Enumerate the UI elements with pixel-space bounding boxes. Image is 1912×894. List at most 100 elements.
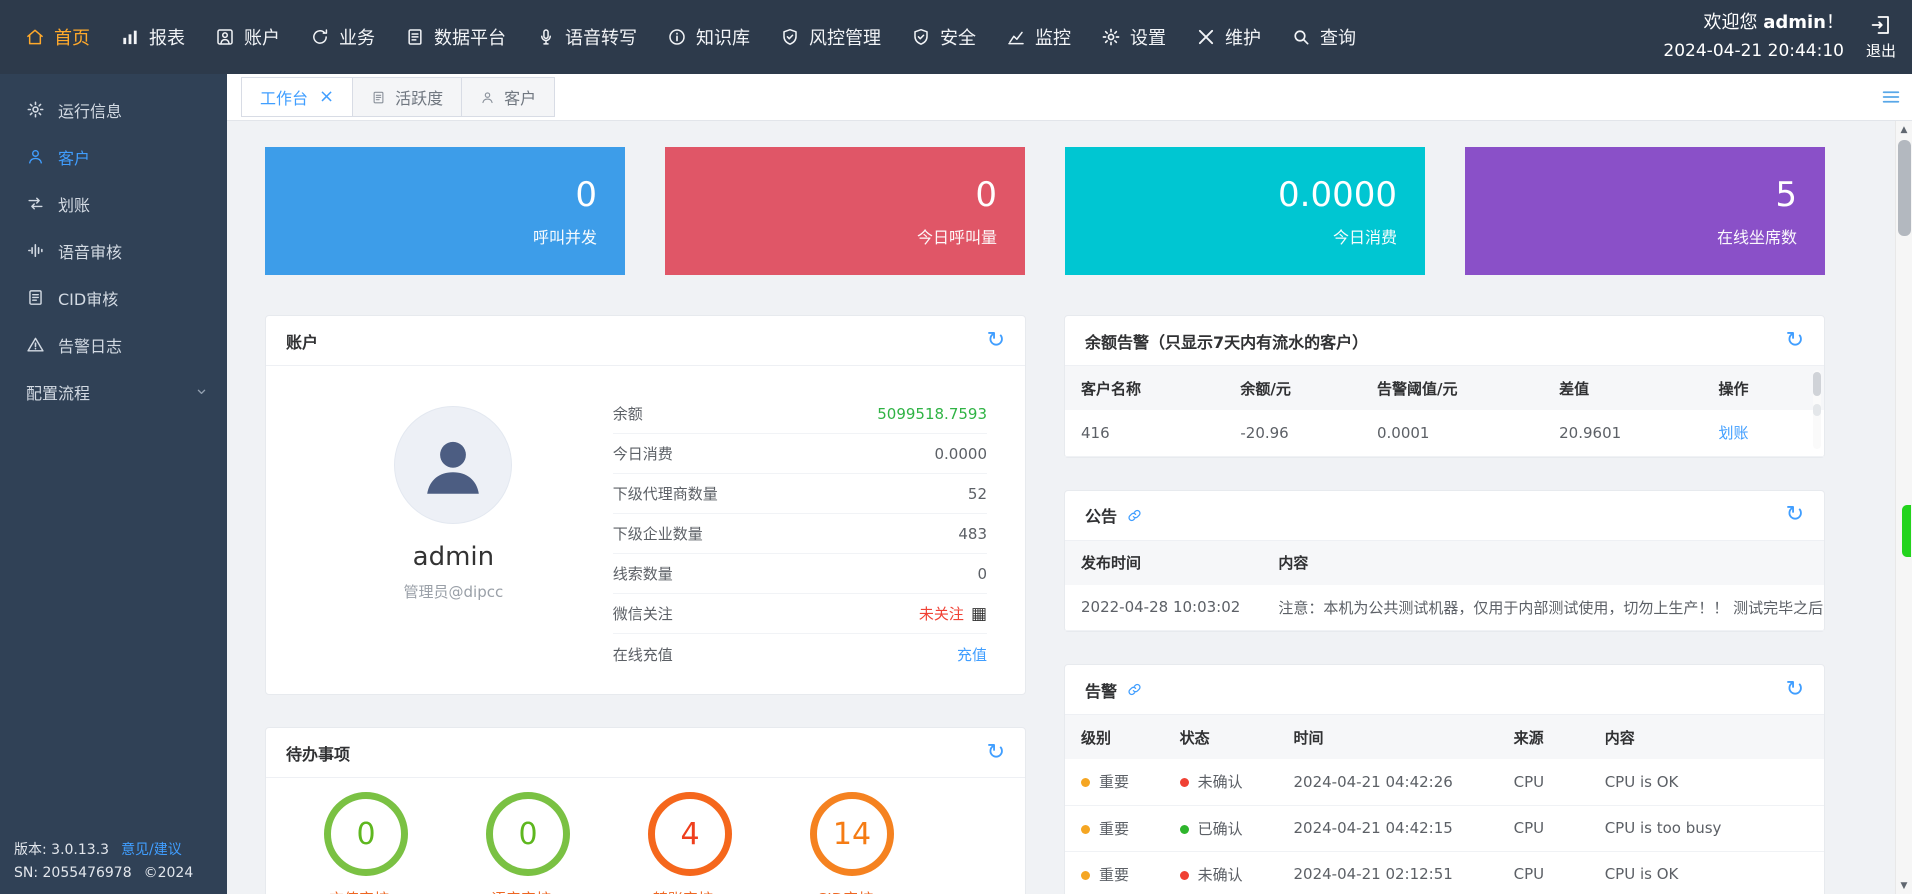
todo-link[interactable]: CID审核 » (817, 888, 887, 894)
nav-item-label: 报表 (149, 24, 185, 50)
scroll-down-icon[interactable]: ▼ (1896, 877, 1912, 894)
nav-item-reports[interactable]: 报表 (105, 0, 200, 74)
table-header-row: 客户名称 余额/元 告警阈值/元 差值 操作 (1065, 366, 1824, 410)
refresh-icon[interactable]: ↻ (987, 330, 1005, 352)
account-detail-list: 余额 5099518.7593 今日消费 0.0000 下级代理商数量 52 (613, 392, 987, 674)
sidebar-item-alarm-log[interactable]: 告警日志 (0, 321, 227, 368)
tab-workbench[interactable]: 工作台 × (241, 77, 353, 117)
todo-link[interactable]: 转账审核 » (653, 888, 727, 894)
tab-label: 工作台 (260, 85, 308, 109)
top-navbar: 首页 报表 账户 业务 数据平台 语音转写 知识库 风控管理 安全 监控 设置 (0, 0, 1912, 74)
tab-customer[interactable]: 客户 (461, 77, 555, 117)
refresh-icon[interactable]: ↻ (987, 742, 1005, 764)
row-label: 下级代理商数量 (613, 483, 718, 504)
nav-item-monitoring[interactable]: 监控 (991, 0, 1086, 74)
nav-item-risk-control[interactable]: 风控管理 (765, 0, 896, 74)
refresh-icon[interactable]: ↻ (1786, 679, 1804, 701)
account-row-leads: 线索数量 0 (613, 554, 987, 594)
row-label: 下级企业数量 (613, 523, 703, 544)
scroll-up-icon[interactable]: ▲ (1896, 121, 1912, 138)
datetime: 2024-04-21 20:44:10 (1663, 41, 1844, 62)
sidebar-item-cid-review[interactable]: CID审核 (0, 274, 227, 321)
column-header: 状态 (1164, 715, 1278, 759)
logout-label: 退出 (1866, 40, 1896, 61)
home-icon (25, 27, 45, 47)
alarm-source: CPU (1498, 759, 1589, 805)
nav-item-security[interactable]: 安全 (896, 0, 991, 74)
copyright-text: ©2024 (144, 862, 194, 884)
balance-alarm-table: 客户名称 余额/元 告警阈值/元 差值 操作 416 -20.96 0.0001… (1065, 366, 1824, 457)
panel-title: 告警 (1085, 678, 1117, 702)
sidebar-item-label: 配置流程 (26, 380, 90, 404)
nav-item-business[interactable]: 业务 (295, 0, 390, 74)
nav-item-home[interactable]: 首页 (10, 0, 105, 74)
sidebar: 运行信息 客户 划账 语音审核 CID审核 告警日志 配置流程 版本: 3.0.… (0, 74, 227, 894)
logout-button[interactable]: 退出 (1866, 13, 1896, 61)
panel-scrollbar[interactable] (1813, 370, 1821, 449)
warning-icon (26, 335, 45, 354)
row-label: 微信关注 (613, 603, 673, 624)
table-row: 重要 未确认 2024-04-21 04:42:26 CPU CPU is OK (1065, 759, 1824, 805)
nav-item-maintenance[interactable]: 维护 (1181, 0, 1276, 74)
microphone-icon (536, 27, 556, 47)
recharge-link[interactable]: 充值 (957, 644, 987, 665)
sidebar-item-voice-review[interactable]: 语音审核 (0, 227, 227, 274)
refresh-icon[interactable]: ↻ (1786, 330, 1804, 352)
nav-item-knowledge-base[interactable]: 知识库 (652, 0, 765, 74)
nav-item-label: 首页 (54, 24, 90, 50)
alarm-time: 2024-04-21 02:12:51 (1278, 851, 1498, 894)
balance-value: 5099518.7593 (877, 405, 987, 423)
nav-item-settings[interactable]: 设置 (1086, 0, 1181, 74)
sidebar-item-label: 语音审核 (58, 239, 122, 263)
stat-label: 今日消费 (1333, 224, 1397, 248)
link-icon[interactable] (1126, 507, 1143, 524)
nav-item-label: 风控管理 (809, 24, 881, 50)
sidebar-item-customers[interactable]: 客户 (0, 133, 227, 180)
stat-card-call-concurrency: 0 呼叫并发 (265, 147, 625, 275)
nav-item-label: 安全 (940, 24, 976, 50)
announcement-panel: 公告 ↻ 发布时间 内容 2022-04-28 10:03:02 注意：本机为公… (1064, 490, 1825, 633)
tab-label: 客户 (504, 85, 536, 109)
alarm-level: 重要 (1099, 866, 1129, 884)
nav-item-accounts[interactable]: 账户 (200, 0, 295, 74)
sidebar-item-transfer[interactable]: 划账 (0, 180, 227, 227)
tab-activity[interactable]: 活跃度 (352, 77, 462, 117)
panel-title: 待办事项 (286, 741, 350, 765)
sidebar-item-label: CID审核 (58, 286, 118, 310)
alarm-table: 级别 状态 时间 来源 内容 重要 未确认 2024-04-21 04:42:2… (1065, 715, 1824, 894)
todo-item-voice-review: 0 语音审核 » (480, 792, 576, 894)
refresh-icon[interactable]: ↻ (1786, 504, 1804, 526)
todo-link[interactable]: 语音审核 » (491, 888, 565, 894)
info-icon (667, 27, 687, 47)
column-header: 发布时间 (1065, 541, 1262, 585)
stat-card-online-agents: 5 在线坐席数 (1465, 147, 1825, 275)
announcement-content: 注意：本机为公共测试机器，仅用于内部测试使用，切勿上生产！！ 测试完毕之后 (1262, 585, 1824, 631)
row-value: 0.0000 (935, 445, 988, 463)
transfer-action-link[interactable]: 划账 (1719, 424, 1749, 442)
table-row: 重要 未确认 2024-04-21 02:12:51 CPU CPU is OK (1065, 851, 1824, 894)
sidebar-item-label: 客户 (58, 145, 90, 169)
diff-cell: 20.9601 (1543, 410, 1702, 456)
link-icon[interactable] (1126, 681, 1143, 698)
tab-list-icon[interactable] (1880, 86, 1902, 108)
sidebar-item-runtime-info[interactable]: 运行信息 (0, 86, 227, 133)
threshold-cell: 0.0001 (1361, 410, 1543, 456)
nav-item-query[interactable]: 查询 (1276, 0, 1371, 74)
scrollbar-thumb[interactable] (1898, 140, 1911, 236)
nav-item-data-platform[interactable]: 数据平台 (390, 0, 521, 74)
account-panel: 账户 ↻ admin 管理员@dipcc 余额 5099518.7 (265, 315, 1026, 695)
close-icon[interactable]: × (319, 88, 334, 106)
todo-link[interactable]: 充值审核 » (329, 888, 403, 894)
sidebar-item-config-flow[interactable]: 配置流程 (0, 368, 227, 415)
feedback-link[interactable]: 意见/建议 (121, 839, 182, 861)
todo-count-ring: 4 (648, 792, 732, 876)
column-header: 客户名称 (1065, 366, 1224, 410)
nav-item-label: 账户 (244, 24, 280, 50)
table-header-row: 发布时间 内容 (1065, 541, 1824, 585)
qr-code-icon[interactable]: ▦ (971, 604, 987, 624)
floating-green-tab[interactable] (1902, 505, 1911, 557)
panel-title: 余额告警（只显示7天内有流水的客户） (1085, 329, 1368, 353)
todo-item-cid-review: 14 CID审核 » (804, 792, 900, 894)
nav-item-voice-transcription[interactable]: 语音转写 (521, 0, 652, 74)
person-icon (417, 429, 489, 501)
